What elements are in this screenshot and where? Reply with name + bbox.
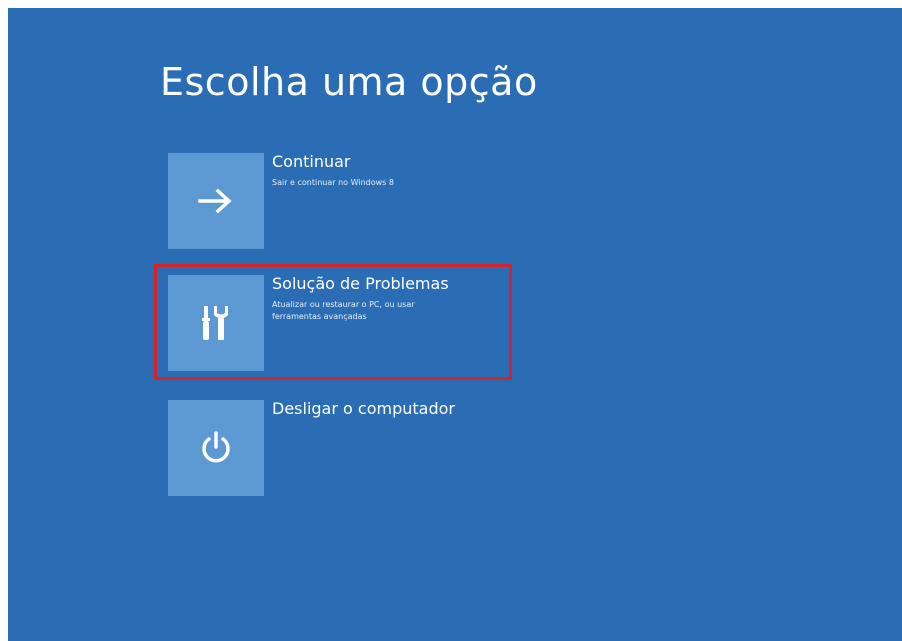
continue-tile[interactable] <box>168 153 264 249</box>
power-icon <box>202 431 230 463</box>
highlight-box <box>154 264 512 380</box>
shutdown-tile[interactable] <box>168 400 264 496</box>
continue-description: Sair e continuar no Windows 8 <box>272 178 394 187</box>
arrow-right-icon <box>198 188 232 214</box>
shutdown-label: Desligar o computador <box>272 399 455 418</box>
shutdown-option[interactable]: Desligar o computador <box>168 400 508 496</box>
page-title: Escolha uma opção <box>160 60 538 104</box>
recovery-screen: Escolha uma opção Continuar Sair e conti… <box>8 8 902 641</box>
continue-option[interactable]: Continuar Sair e continuar no Windows 8 <box>168 153 508 249</box>
continue-label: Continuar <box>272 152 351 171</box>
